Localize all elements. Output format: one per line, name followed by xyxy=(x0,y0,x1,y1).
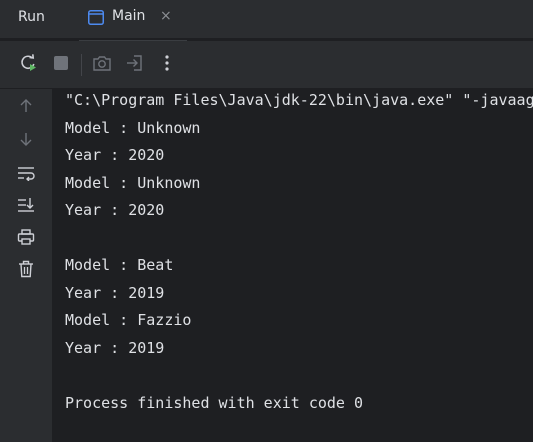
screenshot-icon xyxy=(92,54,112,76)
console-line: "C:\Program Files\Java\jdk-22\bin\java.e… xyxy=(65,91,533,109)
console-line: Year : 2020 xyxy=(65,201,165,219)
run-panel-header: Run Main × xyxy=(0,0,533,38)
export-icon xyxy=(125,53,145,77)
clear-all-button[interactable] xyxy=(15,260,37,282)
tab-main-label: Main xyxy=(112,8,146,24)
more-icon xyxy=(164,54,170,76)
console-line: Year : 2019 xyxy=(65,339,165,357)
print-button[interactable] xyxy=(15,228,37,250)
run-panel-title: Run xyxy=(18,9,45,25)
stop-button[interactable] xyxy=(50,54,72,76)
rerun-icon xyxy=(18,53,38,77)
export-button[interactable] xyxy=(124,54,146,76)
print-icon xyxy=(17,229,35,249)
trash-icon xyxy=(18,260,34,282)
arrow-down-icon xyxy=(18,131,34,151)
scroll-to-end-icon xyxy=(17,197,35,217)
console-sidebar xyxy=(0,89,52,442)
stop-icon xyxy=(53,55,69,75)
screenshot-button[interactable] xyxy=(91,54,113,76)
console-line: Process finished with exit code 0 xyxy=(65,394,364,412)
console-line: Model : Beat xyxy=(65,256,174,274)
more-options-button[interactable] xyxy=(156,54,178,76)
run-toolbar xyxy=(0,41,533,89)
console-window-icon xyxy=(88,10,104,25)
tab-main[interactable]: Main × xyxy=(79,0,187,41)
console-line: Year : 2020 xyxy=(65,146,165,164)
soft-wrap-icon xyxy=(17,165,35,185)
soft-wrap-button[interactable] xyxy=(15,164,37,186)
scroll-to-end-button[interactable] xyxy=(15,196,37,218)
close-icon[interactable]: × xyxy=(160,8,172,24)
console-line: Model : Fazzio xyxy=(65,311,192,329)
console-line: Model : Unknown xyxy=(65,119,201,137)
rerun-button[interactable] xyxy=(17,54,39,76)
console-line: Model : Unknown xyxy=(65,174,201,192)
previous-occurrence-button[interactable] xyxy=(15,97,37,119)
arrow-up-icon xyxy=(18,98,34,118)
next-occurrence-button[interactable] xyxy=(15,130,37,152)
console-line: Year : 2019 xyxy=(65,284,165,302)
toolbar-separator xyxy=(81,54,82,76)
console-output[interactable]: "C:\Program Files\Java\jdk-22\bin\java.e… xyxy=(52,89,533,442)
